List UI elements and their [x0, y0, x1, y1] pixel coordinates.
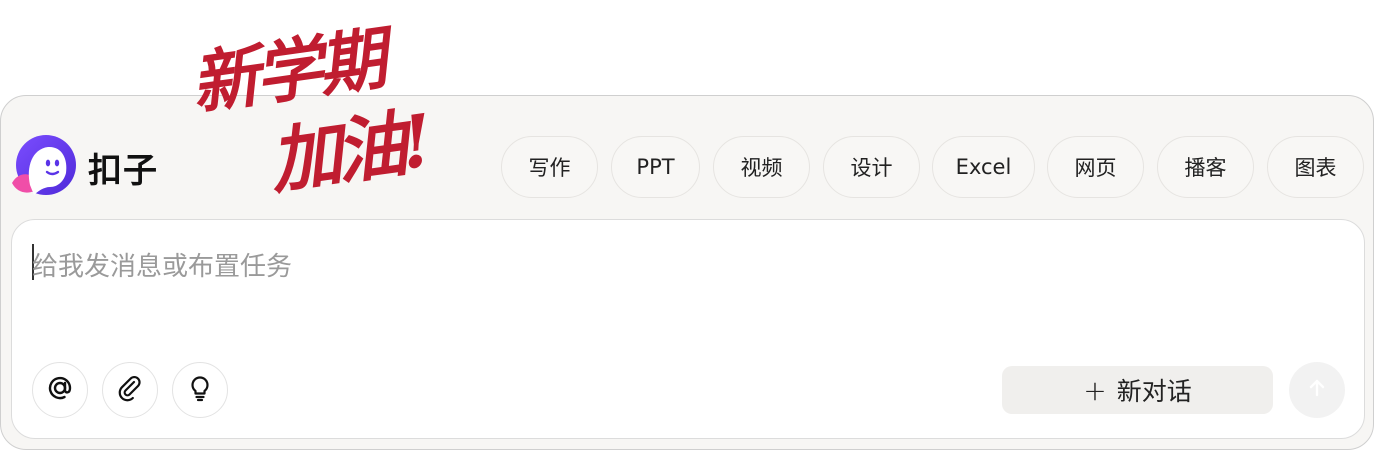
chip-label: 设计 — [850, 156, 893, 180]
chip-writing[interactable]: 写作 — [501, 136, 598, 198]
chip-label: 播客 — [1184, 156, 1227, 180]
chip-label: 视频 — [740, 156, 783, 180]
brand[interactable]: 扣子 — [10, 133, 158, 201]
new-chat-button[interactable]: + 新对话 — [1002, 366, 1273, 414]
at-mention-icon — [45, 373, 75, 407]
chip-label: 图表 — [1294, 156, 1337, 180]
slogan-banner: 新学期 加油! — [170, 8, 490, 204]
slogan-line-2: 加油! — [264, 97, 433, 205]
chip-podcast[interactable]: 播客 — [1157, 136, 1254, 198]
chip-chart[interactable]: 图表 — [1267, 136, 1364, 198]
app-root: 扣子 新学期 加油! 写作 PPT 视频 设计 Excel 网页 播客 图表 给… — [0, 0, 1376, 453]
plus-icon: + — [1083, 373, 1107, 407]
coze-ghost-logo-icon — [10, 133, 78, 201]
chip-design[interactable]: 设计 — [823, 136, 920, 198]
chip-webpage[interactable]: 网页 — [1047, 136, 1144, 198]
send-button[interactable] — [1289, 362, 1345, 418]
chip-label: PPT — [636, 155, 675, 179]
chip-video[interactable]: 视频 — [713, 136, 810, 198]
new-chat-label: 新对话 — [1116, 377, 1192, 406]
chip-label: Excel — [955, 155, 1012, 179]
chip-ppt[interactable]: PPT — [611, 136, 700, 198]
lightbulb-icon — [185, 373, 215, 407]
inspiration-button[interactable] — [172, 362, 228, 418]
message-composer[interactable]: 给我发消息或布置任务 + 新对话 — [11, 219, 1365, 439]
paperclip-attach-icon — [115, 373, 145, 407]
chip-excel[interactable]: Excel — [932, 136, 1035, 198]
arrow-up-icon — [1305, 376, 1329, 404]
chip-label: 网页 — [1074, 156, 1117, 180]
message-input-placeholder[interactable]: 给我发消息或布置任务 — [32, 246, 292, 283]
brand-name: 扣子 — [88, 150, 158, 191]
chip-label: 写作 — [528, 156, 571, 180]
mention-button[interactable] — [32, 362, 88, 418]
attach-button[interactable] — [102, 362, 158, 418]
